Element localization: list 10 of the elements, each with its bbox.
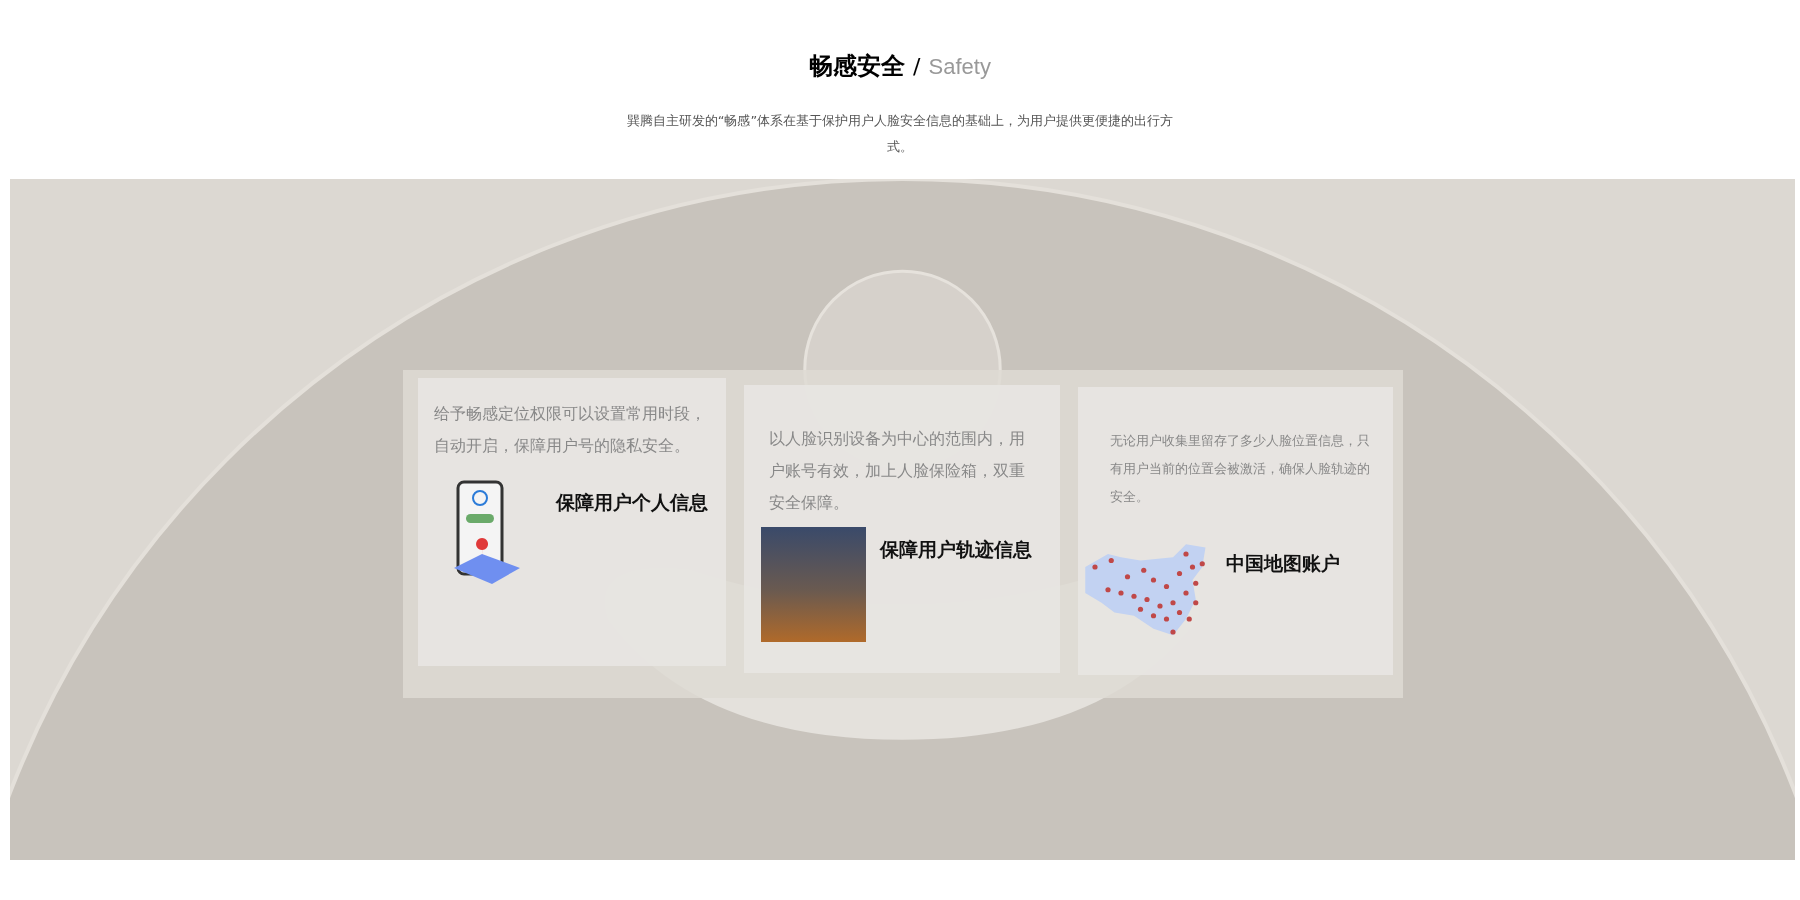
section-subtitle: Safety	[928, 54, 991, 80]
section-description: 巽腾自主研发的“畅感”体系在基于保护用户人脸安全信息的基础上，为用户提供更便捷的出行方式。	[625, 112, 1175, 156]
card-title: 保障用户个人信息	[555, 490, 708, 515]
title-separator: /	[913, 54, 921, 79]
card-title: 中国地图账户	[1225, 551, 1340, 576]
card-text: 无论用户收集里留存了多少人脸位置信息，只有用户当前的位置会被激活，确保人脸轨迹的安全。	[1109, 432, 1371, 506]
card-text: 以人脸识别设备为中心的范围内，用户账号有效，加上人脸保险箱，双重安全保障。	[768, 428, 1026, 514]
card-title: 保障用户轨迹信息	[879, 537, 1032, 562]
card-text: 给予畅感定位权限可以设置常用时段，自动开启，保障用户号的隐私安全。	[433, 403, 707, 457]
section-title: 畅感安全	[809, 51, 906, 82]
